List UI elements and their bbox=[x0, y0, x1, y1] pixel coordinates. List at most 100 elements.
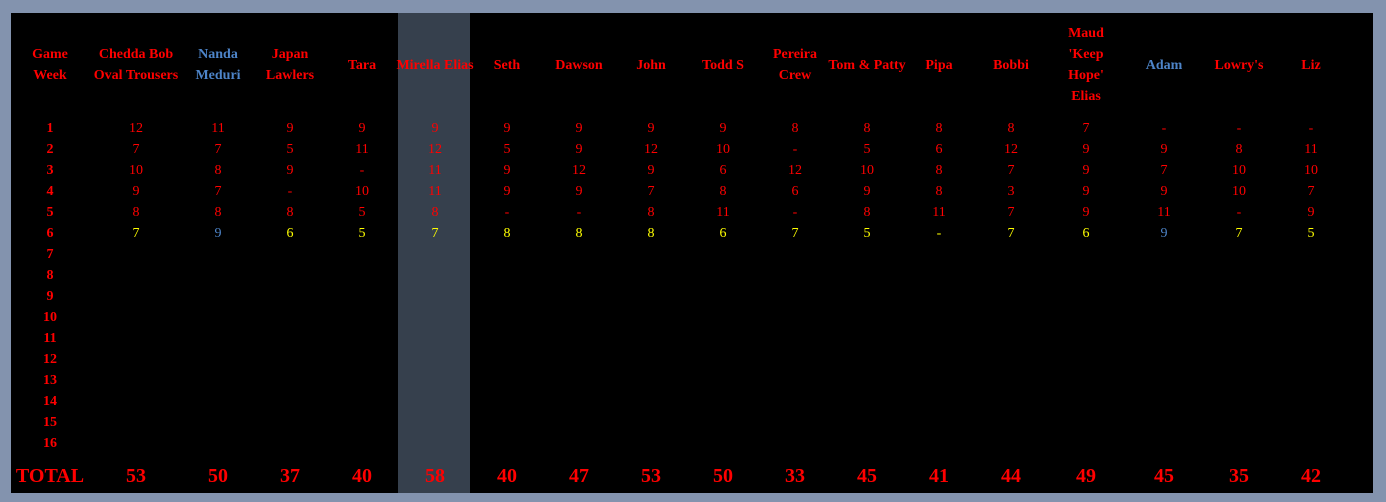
score-cell bbox=[331, 433, 393, 454]
score-cell: 12 bbox=[428, 142, 442, 157]
score-cell bbox=[477, 349, 537, 370]
player-header-tom-patty: Tom & Patty bbox=[828, 57, 906, 73]
score-cell bbox=[537, 433, 621, 454]
total-value: 58 bbox=[425, 464, 445, 487]
week-number: 3 bbox=[46, 163, 54, 178]
score-cell bbox=[765, 391, 825, 412]
score-cell bbox=[825, 370, 909, 391]
score-cell bbox=[187, 307, 249, 328]
score-cell: 9 bbox=[575, 121, 583, 136]
score-cell bbox=[477, 265, 537, 286]
week-number: 8 bbox=[46, 268, 54, 283]
total-value: 42 bbox=[1301, 464, 1321, 487]
score-cell bbox=[331, 244, 393, 265]
week-number: 13 bbox=[43, 373, 57, 388]
score-cell: 5 bbox=[503, 142, 511, 157]
score-cell bbox=[477, 307, 537, 328]
score-cell: 9 bbox=[132, 184, 140, 199]
score-cell bbox=[1269, 433, 1353, 454]
score-cell bbox=[187, 412, 249, 433]
score-cell bbox=[537, 412, 621, 433]
score-cell: 5 bbox=[286, 142, 294, 157]
score-cell bbox=[393, 307, 477, 328]
score-cell: 9 bbox=[1082, 163, 1090, 178]
total-value: 49 bbox=[1076, 464, 1096, 487]
score-cell bbox=[681, 349, 765, 370]
score-cell: 8 bbox=[1235, 142, 1243, 157]
score-cell bbox=[537, 286, 621, 307]
score-cell bbox=[681, 286, 765, 307]
score-cell: 7 bbox=[1235, 226, 1243, 241]
score-cell bbox=[621, 412, 681, 433]
score-cell: 9 bbox=[647, 163, 655, 178]
score-cell: 8 bbox=[935, 163, 943, 178]
score-cell bbox=[1269, 328, 1353, 349]
score-cell bbox=[85, 349, 187, 370]
week-row: 3 10 8 9 - 11 9 12 9 6 12 10 8 7 9 7 10 10 bbox=[15, 160, 1353, 181]
score-cell: 8 bbox=[214, 163, 222, 178]
score-cell bbox=[331, 307, 393, 328]
score-cell bbox=[969, 307, 1053, 328]
score-cell: 8 bbox=[286, 205, 294, 220]
score-cell bbox=[249, 244, 331, 265]
score-cell bbox=[825, 244, 909, 265]
total-value: 45 bbox=[857, 464, 877, 487]
score-cell bbox=[249, 412, 331, 433]
score-cell bbox=[909, 307, 969, 328]
player-header-mirella-elias: Mirella Elias bbox=[396, 57, 474, 73]
score-cell bbox=[765, 286, 825, 307]
score-cell bbox=[393, 433, 477, 454]
week-row: 6 7 9 6 5 7 8 8 8 6 7 5 - 7 6 9 7 5 bbox=[15, 223, 1353, 244]
score-cell bbox=[621, 433, 681, 454]
score-cell: 8 bbox=[647, 205, 655, 220]
week-row: 13 bbox=[15, 370, 1353, 391]
score-cell bbox=[537, 244, 621, 265]
score-cell: 8 bbox=[575, 226, 583, 241]
score-cell bbox=[393, 391, 477, 412]
header-row: Game Week Chedda Bob Oval Trousers Nanda … bbox=[15, 22, 1353, 108]
score-cell: 9 bbox=[503, 184, 511, 199]
score-cell bbox=[537, 391, 621, 412]
score-cell bbox=[1053, 265, 1119, 286]
score-cell bbox=[393, 412, 477, 433]
score-cell: 10 bbox=[716, 142, 730, 157]
score-cell bbox=[825, 265, 909, 286]
score-cell bbox=[249, 349, 331, 370]
score-cell: 9 bbox=[286, 163, 294, 178]
player-header-maud-keep-hope-elias: Maud 'Keep Hope' Elias bbox=[1068, 26, 1104, 104]
score-cell bbox=[1209, 370, 1269, 391]
score-cell bbox=[249, 286, 331, 307]
score-cell bbox=[393, 265, 477, 286]
score-cell bbox=[1119, 307, 1209, 328]
week-row: 1 12 11 9 9 9 9 9 9 9 8 8 8 8 7 - - - bbox=[15, 118, 1353, 139]
score-cell bbox=[909, 244, 969, 265]
score-cell bbox=[1119, 328, 1209, 349]
score-cell: 6 bbox=[719, 163, 727, 178]
score-cell: 11 bbox=[716, 205, 730, 220]
score-cell: 9 bbox=[1307, 205, 1315, 220]
score-cell bbox=[85, 433, 187, 454]
score-cell: 11 bbox=[355, 142, 369, 157]
score-cell bbox=[1209, 244, 1269, 265]
score-cell bbox=[331, 412, 393, 433]
total-row: TOTAL 53 50 37 40 58 40 47 53 50 33 45 41 44 49 45 35 42 bbox=[15, 454, 1353, 498]
score-cell bbox=[969, 244, 1053, 265]
score-cell: 8 bbox=[132, 205, 140, 220]
total-value: 40 bbox=[352, 464, 372, 487]
week-number: 14 bbox=[43, 394, 57, 409]
score-cell: 7 bbox=[132, 226, 140, 241]
score-cell bbox=[1269, 370, 1353, 391]
score-cell: 9 bbox=[503, 121, 511, 136]
score-cell: - bbox=[792, 142, 798, 157]
score-cell bbox=[1053, 244, 1119, 265]
week-row: 11 bbox=[15, 328, 1353, 349]
score-cell: 7 bbox=[1007, 226, 1015, 241]
score-cell bbox=[909, 391, 969, 412]
scoreboard-table: Game Week Chedda Bob Oval Trousers Nanda … bbox=[15, 22, 1353, 498]
score-cell bbox=[331, 391, 393, 412]
score-cell bbox=[909, 433, 969, 454]
player-header-adam: Adam bbox=[1145, 57, 1183, 73]
score-cell: 9 bbox=[1082, 184, 1090, 199]
score-cell bbox=[969, 286, 1053, 307]
score-cell bbox=[1119, 391, 1209, 412]
